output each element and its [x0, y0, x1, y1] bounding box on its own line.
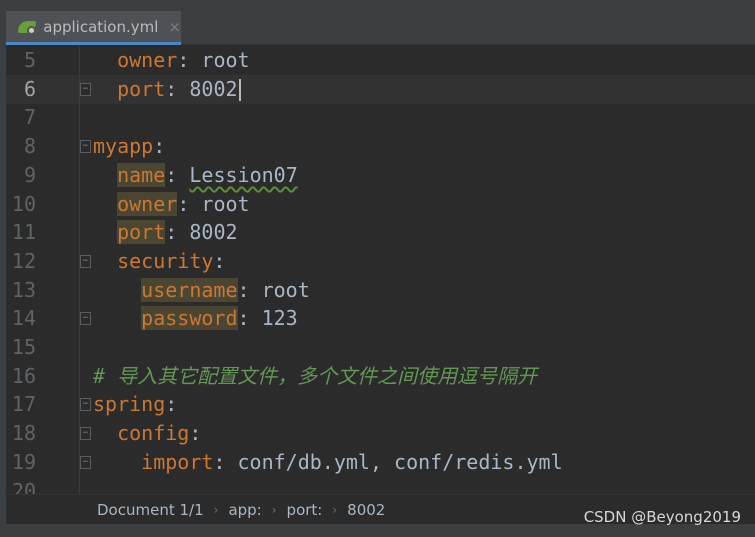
code-text: port: 8002 [93, 75, 241, 104]
comment: # 导入其它配置文件，多个文件之间使用逗号隔开 [93, 363, 538, 388]
code-line[interactable]: 9 name: Lession07 [6, 161, 755, 190]
line-number: 7 [23, 105, 36, 130]
yaml-value: root [201, 191, 250, 216]
code-line[interactable]: 18 − config: [6, 419, 755, 448]
yaml-key: myapp [93, 134, 154, 159]
code-line[interactable]: 14 − password: 123 [6, 304, 755, 333]
code-line[interactable]: 13 username: root [6, 276, 755, 305]
yaml-key: username [141, 277, 238, 302]
code-line[interactable]: 5 owner: root [6, 46, 755, 75]
breadcrumb-item[interactable]: 8002 [347, 501, 385, 519]
breadcrumb-item[interactable]: app: [228, 501, 261, 519]
line-number: 9 [23, 162, 36, 187]
line-number: 16 [11, 363, 36, 388]
yaml-value: root [261, 277, 310, 302]
fold-start-icon[interactable]: − [80, 254, 91, 268]
yaml-value: root [201, 48, 250, 72]
line-number: 5 [23, 48, 36, 72]
code-line[interactable]: 12 − security: [6, 247, 755, 276]
fold-start-icon[interactable]: − [80, 398, 91, 412]
fold-end-icon[interactable]: − [80, 455, 91, 469]
line-number: 14 [11, 306, 36, 331]
yaml-key: password [141, 306, 238, 331]
code-line[interactable]: 20 [6, 477, 755, 495]
tab-application-yml[interactable]: application.yml × [6, 11, 181, 45]
code-line[interactable]: 10 owner: root [6, 190, 755, 219]
yaml-key: port [117, 220, 166, 245]
gutter-separator [79, 46, 80, 494]
fold-end-icon[interactable]: − [80, 312, 91, 326]
editor-tab-bar: application.yml × [0, 10, 755, 45]
code-line[interactable]: 19 − import: conf/db.yml, conf/redis.yml [6, 448, 755, 477]
line-number: 10 [11, 191, 36, 216]
chevron-right-icon: › [332, 502, 338, 517]
line-number: 11 [11, 220, 36, 245]
fold-start-icon[interactable]: − [80, 427, 91, 441]
line-number: 18 [11, 421, 36, 446]
yaml-key: security [117, 248, 214, 273]
line-number: 20 [11, 478, 36, 495]
yaml-key: import [141, 449, 214, 474]
code-text: port: 8002 [117, 220, 238, 245]
yaml-value: Lession07 [189, 162, 298, 187]
close-icon[interactable]: × [168, 18, 181, 36]
code-text: # 导入其它配置文件，多个文件之间使用逗号隔开 [93, 362, 537, 391]
watermark: CSDN @Beyong2019 [583, 508, 741, 526]
chevron-right-icon: › [271, 502, 277, 517]
yaml-key: name [117, 162, 166, 187]
code-text: myapp: [93, 134, 166, 159]
line-number: 12 [11, 248, 36, 273]
code-line[interactable]: 8 − myapp: [6, 132, 755, 161]
yaml-key: owner [117, 191, 178, 216]
spring-leaf-icon [18, 19, 37, 35]
text-caret [238, 79, 241, 102]
code-line[interactable]: 15 [6, 333, 755, 362]
line-number: 8 [23, 134, 36, 159]
breadcrumb-item[interactable]: Document 1/1 [97, 501, 204, 519]
yaml-key: config [117, 421, 190, 446]
line-number: 19 [11, 449, 36, 474]
code-line[interactable]: 16 # 导入其它配置文件，多个文件之间使用逗号隔开 [6, 362, 755, 391]
line-number: 17 [11, 392, 36, 417]
code-text: username: root [141, 277, 310, 302]
line-number: 6 [23, 76, 36, 101]
code-text: security: [117, 248, 226, 273]
code-text: password: 123 [141, 306, 298, 331]
code-line[interactable]: 11 port: 8002 [6, 218, 755, 247]
code-line[interactable]: 7 [6, 103, 755, 132]
line-number: 15 [11, 335, 36, 359]
yaml-value: 8002 [189, 220, 238, 245]
code-line[interactable]: 17 − spring: [6, 390, 755, 419]
chevron-right-icon: › [213, 502, 219, 517]
yaml-key: port [117, 76, 166, 101]
code-text: config: [117, 421, 202, 446]
yaml-value: 8002 [189, 76, 238, 101]
breadcrumb-item[interactable]: port: [287, 501, 323, 519]
code-text: spring: [93, 392, 178, 417]
title-strip [0, 0, 755, 10]
line-number: 13 [11, 277, 36, 302]
yaml-key: owner [117, 48, 178, 72]
code-text: owner: root [117, 191, 250, 216]
tab-label: application.yml [43, 17, 159, 36]
code-text: owner: root [117, 48, 250, 72]
fold-end-icon[interactable]: − [80, 82, 91, 96]
code-editor[interactable]: 5 owner: root 6− port: 8002 7 8− myapp: 9 nam… [6, 46, 755, 494]
code-line[interactable]: 6 − port: 8002 [6, 74, 755, 104]
yaml-value: conf/db.yml, conf/redis.yml [237, 449, 563, 474]
fold-start-icon[interactable]: − [80, 140, 91, 154]
yaml-key: spring [93, 392, 166, 417]
yaml-value: 123 [261, 306, 298, 331]
code-text: name: Lession07 [117, 162, 298, 187]
code-text: import: conf/db.yml, conf/redis.yml [141, 449, 563, 474]
